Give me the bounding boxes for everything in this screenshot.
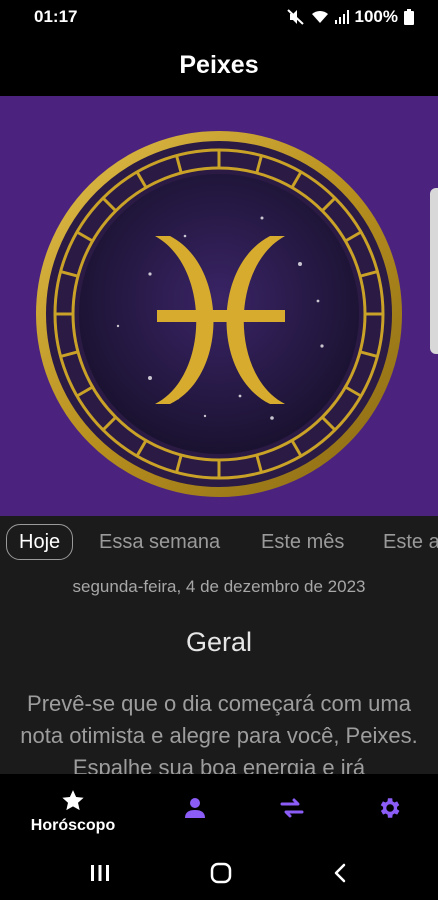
horoscope-text: Prevê-se que o dia começará com uma nota… xyxy=(20,691,418,774)
period-tabs: Hoje Essa semana Este mês Este a xyxy=(0,516,438,568)
battery-percent: 100% xyxy=(354,7,398,26)
nav-horoscope-label: Horóscopo xyxy=(30,817,116,834)
mute-icon xyxy=(286,9,304,25)
battery-icon xyxy=(404,9,414,25)
back-icon[interactable] xyxy=(331,862,349,884)
tab-today[interactable]: Hoje xyxy=(6,524,74,560)
section-title: Geral xyxy=(185,627,253,657)
date-label: segunda-feira, 4 de dezembro de 2023 xyxy=(72,577,366,596)
horoscope-content: segunda-feira, 4 de dezembro de 2023 Ger… xyxy=(0,568,438,774)
person-icon xyxy=(184,798,205,818)
tab-this-week[interactable]: Essa semana xyxy=(99,524,220,560)
swap-icon xyxy=(280,798,304,818)
nav-profile[interactable] xyxy=(146,774,243,846)
signal-icon xyxy=(334,10,349,24)
tab-this-month[interactable]: Este mês xyxy=(261,524,344,560)
status-bar: 01:17 100% xyxy=(0,0,438,34)
nav-compatibility[interactable] xyxy=(243,774,340,846)
status-time: 01:17 xyxy=(34,7,78,26)
page-title: Peixes xyxy=(179,50,259,79)
system-nav-bar xyxy=(0,846,438,900)
zodiac-hero xyxy=(0,96,438,516)
recents-icon[interactable] xyxy=(89,863,111,883)
gear-icon xyxy=(381,798,400,818)
tab-this-year[interactable]: Este a xyxy=(383,524,438,560)
pisces-emblem xyxy=(36,131,402,497)
scroll-handle[interactable] xyxy=(430,188,438,354)
status-icons: 100% xyxy=(286,7,414,27)
nav-horoscope[interactable]: Horóscopo xyxy=(0,774,146,846)
star-icon xyxy=(62,790,84,811)
wifi-icon xyxy=(311,10,328,23)
bottom-nav: Horóscopo xyxy=(0,774,438,846)
app-bar: Peixes xyxy=(0,34,438,96)
nav-settings[interactable] xyxy=(341,774,438,846)
home-icon[interactable] xyxy=(209,861,233,885)
